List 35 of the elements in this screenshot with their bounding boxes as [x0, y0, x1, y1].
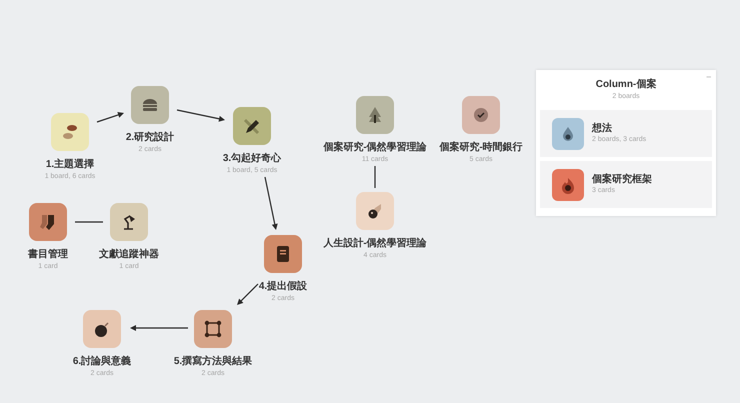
board-tile[interactable]: [233, 107, 271, 145]
connector-arrow: [237, 284, 258, 305]
board-tile[interactable]: [356, 96, 394, 134]
board-title: 1.主題選擇: [46, 159, 94, 171]
board-title: 個案研究-時間銀行: [439, 142, 523, 154]
panel-title: Column-個案: [596, 78, 656, 92]
board-title: 個案研究-偶然學習理論: [323, 142, 427, 154]
board-tile[interactable]: [110, 203, 148, 241]
board-title: 想法: [592, 122, 613, 135]
board-tile[interactable]: [356, 192, 394, 230]
board-title: 人生設計-偶然學習理論: [323, 238, 427, 250]
vector-square-icon: [203, 319, 223, 339]
board-title: 3.勾起好奇心: [222, 153, 282, 165]
connector-arrow: [96, 112, 124, 123]
connector-arrow: [264, 176, 278, 230]
board-tile[interactable]: [83, 310, 121, 348]
board-tile[interactable]: [462, 96, 500, 134]
board-tile[interactable]: [264, 235, 302, 273]
board-title: 4.提出假設: [258, 281, 308, 293]
board-title: 6.討論與意義: [72, 356, 132, 368]
board-title: 書目管理: [28, 249, 68, 261]
board-tile[interactable]: [29, 203, 67, 241]
check-badge-icon: [471, 105, 491, 125]
connector-line: [75, 221, 103, 223]
board-tile[interactable]: [131, 86, 169, 124]
pencil-icon: [242, 116, 262, 136]
connector-line: [374, 166, 376, 188]
board-tile[interactable]: [51, 113, 89, 151]
board-title: 2.研究設計: [126, 132, 174, 144]
connector-arrow: [130, 325, 188, 331]
board-title: 個案研究框架: [592, 173, 652, 186]
board-title: 文獻追蹤神器: [99, 249, 159, 261]
board-title: 5.撰寫方法與結果: [174, 356, 252, 368]
board-tile[interactable]: [194, 310, 232, 348]
connector-arrow: [176, 109, 225, 122]
